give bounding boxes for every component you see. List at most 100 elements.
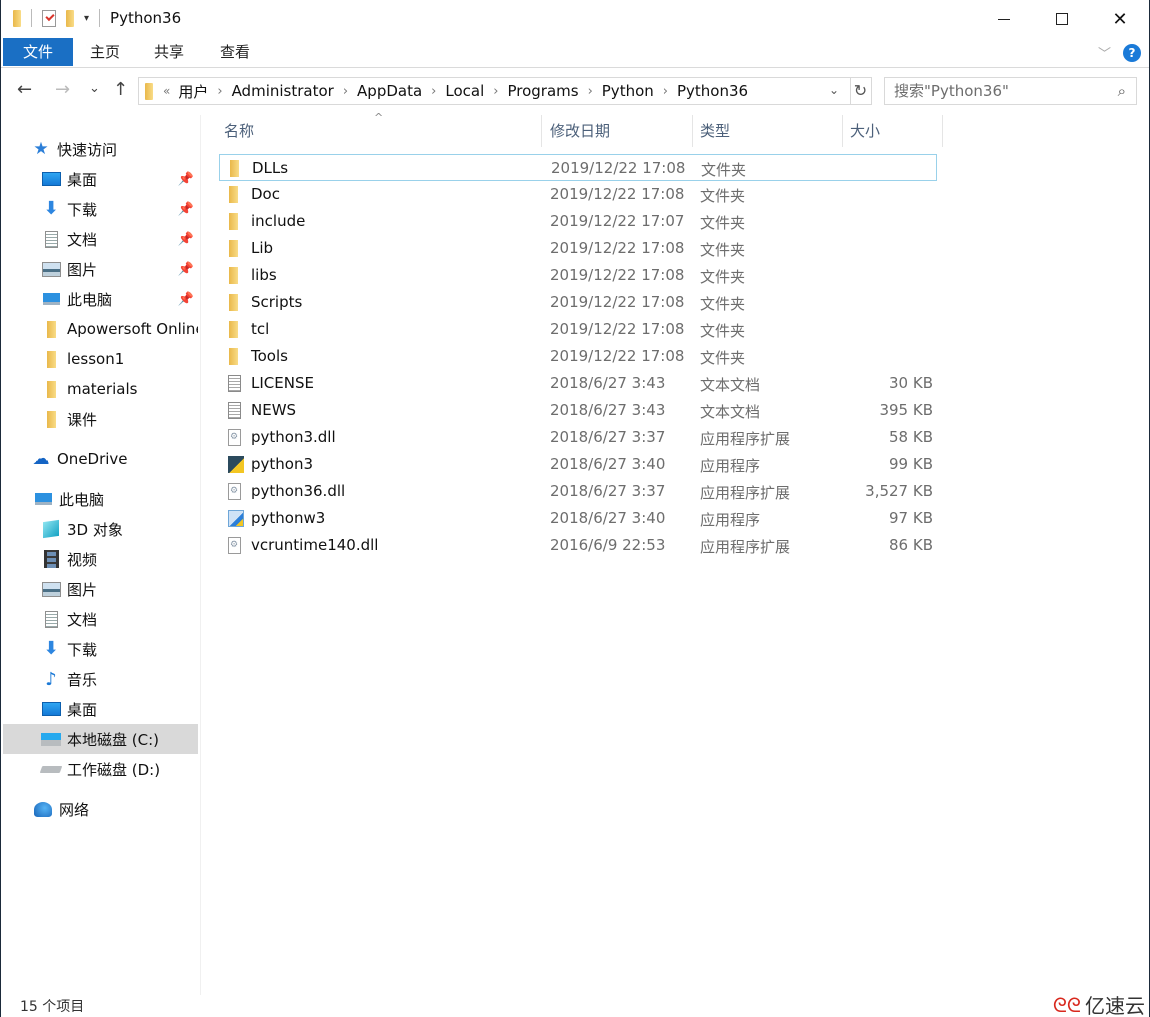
sidebar-item-3d-objects[interactable]: 3D 对象 (3, 514, 198, 544)
tab-view[interactable]: 查看 (207, 38, 263, 66)
dll-file-icon (228, 483, 241, 500)
folder-icon (229, 267, 238, 284)
sidebar-item-label: Apowersoft Online (67, 320, 198, 338)
breadcrumb-python[interactable]: Python (602, 82, 654, 100)
breadcrumb-separator[interactable]: › (493, 84, 498, 99)
sidebar-item-apowersoft[interactable]: Apowersoft Online (3, 314, 198, 344)
download-icon: ⬇ (43, 198, 59, 219)
help-icon[interactable]: ? (1123, 43, 1141, 62)
file-type: 应用程序扩展 (700, 538, 791, 556)
file-row[interactable]: Tools 2019/12/22 17:08 文件夹 (219, 343, 937, 370)
file-row[interactable]: Doc 2019/12/22 17:08 文件夹 (219, 181, 937, 208)
breadcrumb-local[interactable]: Local (445, 82, 484, 100)
sidebar-item-downloads-pc[interactable]: ⬇ 下载 (3, 634, 198, 664)
file-row[interactable]: Lib 2019/12/22 17:08 文件夹 (219, 235, 937, 262)
sidebar-item-label: lesson1 (67, 350, 125, 368)
file-row[interactable]: python3.dll 2018/6/27 3:37 应用程序扩展 58 KB (219, 424, 937, 451)
breadcrumb-separator[interactable]: › (217, 84, 222, 99)
address-bar[interactable]: « 用户 › Administrator › AppData › Local ›… (138, 77, 851, 105)
file-row[interactable]: libs 2019/12/22 17:08 文件夹 (219, 262, 937, 289)
breadcrumb-separator[interactable]: › (588, 84, 593, 99)
sidebar-quick-access[interactable]: ★ 快速访问 (31, 134, 198, 164)
breadcrumb-separator[interactable]: › (343, 84, 348, 99)
breadcrumb-appdata[interactable]: AppData (357, 82, 422, 100)
file-row[interactable]: NEWS 2018/6/27 3:43 文本文档 395 KB (219, 397, 937, 424)
sidebar-item-drive-c[interactable]: 本地磁盘 (C:) (3, 724, 198, 754)
sidebar-item-pictures-pc[interactable]: 图片 (3, 574, 198, 604)
up-button[interactable]: ↑ (113, 79, 128, 100)
file-row[interactable]: DLLs 2019/12/22 17:08 文件夹 (219, 154, 937, 181)
minimize-button[interactable] (975, 0, 1033, 38)
sidebar-item-documents-pc[interactable]: 文档 (3, 604, 198, 634)
sidebar-item-label: 3D 对象 (67, 520, 123, 539)
tab-file[interactable]: 文件 (3, 38, 73, 66)
sidebar-item-this-pc-pinned[interactable]: 此电脑 📌 (3, 284, 198, 314)
address-history-dropdown[interactable]: ⌄ (829, 83, 839, 97)
sidebar-item-downloads[interactable]: ⬇ 下载 📌 (3, 194, 198, 224)
properties-icon[interactable] (42, 9, 56, 27)
breadcrumb-programs[interactable]: Programs (507, 82, 578, 100)
sidebar-item-videos[interactable]: 视频 (3, 544, 198, 574)
file-size: 395 KB (879, 401, 933, 419)
recent-locations-button[interactable]: ⌄ (89, 81, 100, 96)
folder-icon (229, 348, 238, 365)
desktop-icon (41, 172, 61, 186)
column-header-size[interactable]: 大小 (845, 115, 943, 147)
sidebar-item-documents[interactable]: 文档 📌 (3, 224, 198, 254)
refresh-button[interactable]: ↻ (850, 77, 872, 105)
breadcrumb-python36[interactable]: Python36 (677, 82, 748, 100)
breadcrumb-users[interactable]: 用户 (178, 81, 208, 102)
search-input[interactable]: 搜索"Python36" ⌕ (884, 77, 1137, 105)
sidebar-item-courseware[interactable]: 课件 (3, 404, 198, 434)
column-header-date[interactable]: 修改日期 (545, 115, 693, 147)
computer-icon (34, 493, 52, 505)
file-row[interactable]: vcruntime140.dll 2016/6/9 22:53 应用程序扩展 86 K… (219, 532, 937, 559)
desktop-icon (41, 702, 61, 716)
file-row[interactable]: pythonw3 2018/6/27 3:40 应用程序 97 KB (219, 505, 937, 532)
file-type: 文件夹 (700, 187, 746, 205)
search-icon[interactable]: ⌕ (1118, 78, 1126, 104)
sidebar-this-pc[interactable]: 此电脑 (3, 484, 198, 514)
text-file-icon (228, 375, 241, 392)
customize-toolbar-dropdown[interactable]: ▾ (84, 13, 89, 24)
python-window-app-icon (228, 510, 244, 527)
video-icon (43, 550, 59, 568)
forward-button[interactable]: → (55, 79, 70, 100)
expand-ribbon-icon[interactable]: ﹀ (1098, 43, 1111, 62)
sidebar-item-desktop[interactable]: 桌面 📌 (3, 164, 198, 194)
breadcrumb-separator[interactable]: › (431, 84, 436, 99)
overflow-chevron[interactable]: « (163, 84, 170, 98)
folder-icon (229, 186, 238, 203)
file-row[interactable]: Scripts 2019/12/22 17:08 文件夹 (219, 289, 937, 316)
ribbon-tabs: 文件 主页 共享 查看 ﹀ ? (1, 38, 1149, 68)
sidebar-network[interactable]: 网络 (3, 794, 198, 824)
sidebar-item-pictures[interactable]: 图片 📌 (3, 254, 198, 284)
window-title: Python36 (110, 9, 182, 27)
sidebar-onedrive[interactable]: ☁ OneDrive (3, 444, 198, 474)
new-folder-icon[interactable] (66, 9, 74, 27)
folder-icon (46, 410, 56, 428)
file-row[interactable]: LICENSE 2018/6/27 3:43 文本文档 30 KB (219, 370, 937, 397)
file-row[interactable]: python3 2018/6/27 3:40 应用程序 99 KB (219, 451, 937, 478)
file-size: 30 KB (889, 374, 933, 392)
sidebar-item-materials[interactable]: materials (3, 374, 198, 404)
tab-home[interactable]: 主页 (77, 38, 133, 66)
file-date: 2018/6/27 3:37 (550, 428, 666, 446)
column-header-name[interactable]: 名称 (219, 115, 542, 147)
breadcrumb-administrator[interactable]: Administrator (232, 82, 334, 100)
sidebar-item-drive-d[interactable]: 工作磁盘 (D:) (3, 754, 198, 784)
file-name: Doc (251, 185, 280, 203)
column-header-type[interactable]: 类型 (695, 115, 843, 147)
breadcrumb-separator[interactable]: › (663, 84, 668, 99)
sidebar-item-desktop-pc[interactable]: 桌面 (3, 694, 198, 724)
back-button[interactable]: ← (17, 79, 32, 100)
maximize-button[interactable] (1033, 0, 1091, 38)
close-button[interactable]: ✕ (1091, 0, 1149, 38)
file-row[interactable]: include 2019/12/22 17:07 文件夹 (219, 208, 937, 235)
sidebar-item-music[interactable]: ♪ 音乐 (3, 664, 198, 694)
file-row[interactable]: python36.dll 2018/6/27 3:37 应用程序扩展 3,527 KB (219, 478, 937, 505)
tab-share[interactable]: 共享 (141, 38, 197, 66)
drive-c-icon (41, 732, 61, 746)
sidebar-item-lesson1[interactable]: lesson1 (3, 344, 198, 374)
file-row[interactable]: tcl 2019/12/22 17:08 文件夹 (219, 316, 937, 343)
